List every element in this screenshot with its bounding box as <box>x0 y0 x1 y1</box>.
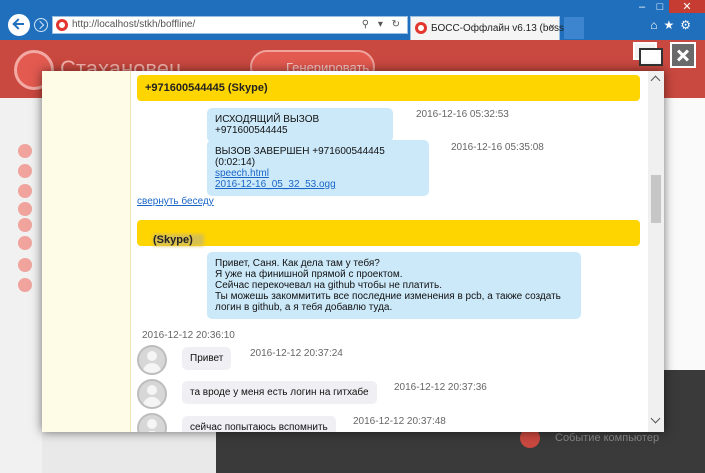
conversation-header: arasat_ua (Skype) <box>137 220 640 246</box>
tab-title: БОСС-Оффлайн v6.13 (boss) <box>431 23 568 34</box>
conversation-header-label: +971600544445 (Skype) <box>145 82 268 94</box>
favorites-icon[interactable]: ★ <box>663 18 680 32</box>
close-modal-icon[interactable] <box>670 42 696 68</box>
message-text: ВЫЗОВ ЗАВЕРШЕН +971600544445 (0:02:14) <box>215 146 385 168</box>
minimize-icon[interactable]: – <box>633 1 651 13</box>
new-tab-button[interactable] <box>564 17 584 39</box>
message-text: та вроде у меня есть логин на гитхабе <box>190 387 369 398</box>
modal-left-column <box>42 71 131 432</box>
conversation-modal: +971600544445 (Skype) ИСХОДЯЩИЙ ВЫЗОВ +9… <box>42 71 664 432</box>
sidebar-home-icon[interactable] <box>18 258 32 272</box>
message-timestamp: 2016-12-16 05:32:53 <box>416 109 509 120</box>
message-text: сейчас попытаюсь вспомнить <box>190 422 328 432</box>
popout-window-icon[interactable] <box>633 42 665 68</box>
tab-boss-offline[interactable]: БОСС-Оффлайн v6.13 (boss) × <box>410 16 567 40</box>
attachment-link[interactable]: 2016-12-16_05_32_53.ogg <box>215 179 336 190</box>
maximize-icon[interactable]: □ <box>651 1 669 13</box>
message-line: Ты можешь закоммитить все последние изме… <box>215 291 561 302</box>
avatar <box>137 345 167 375</box>
address-actions[interactable]: ⚲ ▾ ↻ <box>362 19 403 30</box>
incoming-message-bubble: сейчас попытаюсь вспомнить <box>182 416 336 432</box>
url-text[interactable]: http://localhost/stkh/boffline/ <box>72 19 195 30</box>
message-line: Сейчас перекочевал на github чтобы не пл… <box>215 280 443 291</box>
scroll-thumb[interactable] <box>651 175 661 223</box>
address-bar[interactable]: http://localhost/stkh/boffline/ ⚲ ▾ ↻ <box>52 16 408 34</box>
sidebar-home-icon[interactable] <box>18 184 32 198</box>
gear-icon[interactable]: ⚙ <box>680 18 697 32</box>
incoming-message-bubble: Привет <box>182 347 232 370</box>
incoming-message-bubble: та вроде у меня есть логин на гитхабе <box>182 381 377 404</box>
scroll-up-icon[interactable] <box>650 75 661 86</box>
event-text: Событие компьютер <box>555 432 660 444</box>
vertical-scrollbar[interactable] <box>648 71 664 432</box>
tab-favicon-icon <box>415 22 427 34</box>
message-text: ИСХОДЯЩИЙ ВЫЗОВ +971600544445 <box>215 114 320 136</box>
site-favicon-icon <box>56 19 68 31</box>
message-line: Привет, Саня. Как дела там у тебя? <box>215 258 380 269</box>
browser-chrome: http://localhost/stkh/boffline/ ⚲ ▾ ↻ БО… <box>0 0 705 40</box>
message-timestamp: 2016-12-12 20:36:10 <box>142 330 235 341</box>
sidebar-home-icon[interactable] <box>18 144 32 158</box>
app-sidebar <box>0 98 42 473</box>
back-button[interactable] <box>8 14 30 36</box>
avatar <box>137 379 167 409</box>
scroll-down-icon[interactable] <box>650 413 661 424</box>
tab-close-icon[interactable]: × <box>549 22 555 33</box>
home-icon[interactable]: ⌂ <box>650 18 663 32</box>
message-bubble: ВЫЗОВ ЗАВЕРШЕН +971600544445 (0:02:14) s… <box>207 140 429 196</box>
conversation-header-suffix: (Skype) <box>153 234 193 246</box>
message-timestamp: 2016-12-12 20:37:24 <box>250 348 343 359</box>
sidebar-home-icon[interactable] <box>18 164 32 178</box>
message-timestamp: 2016-12-12 20:37:36 <box>394 382 487 393</box>
avatar <box>137 413 167 432</box>
window-close-icon[interactable]: ✕ <box>669 0 705 13</box>
sidebar-user-icon[interactable] <box>18 236 32 250</box>
collapse-conversation-link[interactable]: свернуть беседу <box>137 196 214 207</box>
forward-button[interactable] <box>34 18 48 32</box>
toolbar-icons: ⌂★⚙ <box>650 18 697 32</box>
attachment-link[interactable]: speech.html <box>215 168 269 179</box>
sidebar-user-icon[interactable] <box>18 202 32 216</box>
message-timestamp: 2016-12-12 20:37:48 <box>353 416 446 427</box>
sidebar-home-icon[interactable] <box>18 278 32 292</box>
message-timestamp: 2016-12-16 05:35:08 <box>451 142 544 153</box>
message-line: логин в github, а я тебя добавлю туда. <box>215 302 393 313</box>
message-bubble: ИСХОДЯЩИЙ ВЫЗОВ +971600544445 <box>207 108 393 142</box>
conversation-header: +971600544445 (Skype) <box>137 75 640 101</box>
message-text: Привет <box>190 353 224 364</box>
sidebar-user-icon[interactable] <box>18 218 32 232</box>
message-bubble: Привет, Саня. Как дела там у тебя? Я уже… <box>207 252 581 319</box>
window-controls: – □ ✕ <box>633 0 705 13</box>
message-line: Я уже на финишной прямой с проектом. <box>215 269 403 280</box>
